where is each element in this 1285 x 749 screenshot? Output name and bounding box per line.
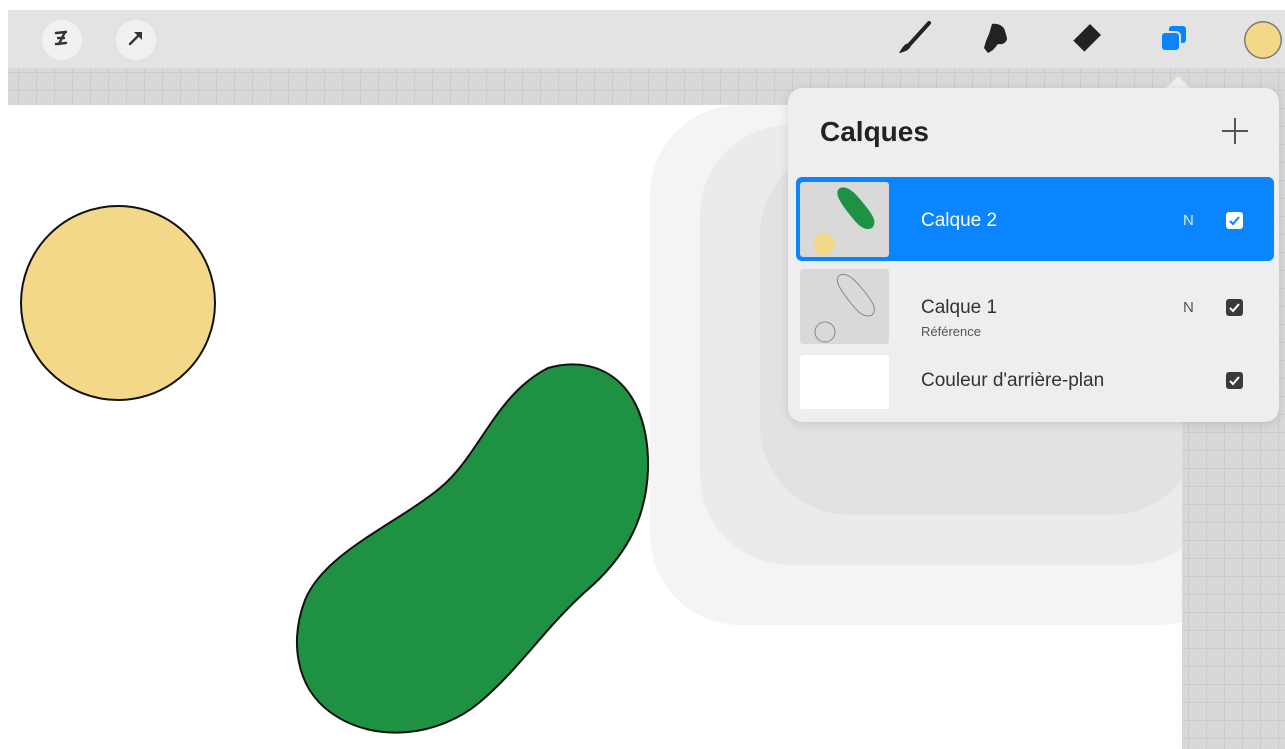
visibility-checkbox[interactable] — [1226, 299, 1243, 316]
blend-mode[interactable]: N — [1183, 212, 1194, 229]
layer-thumbnail — [800, 269, 889, 344]
visibility-checkbox[interactable] — [1226, 212, 1243, 229]
eraser-button[interactable] — [1064, 18, 1108, 62]
modify-icon — [51, 27, 73, 54]
visibility-checkbox[interactable] — [1226, 372, 1243, 389]
layers-panel: Calques Calque 2 N Calque 1 Référence N — [788, 88, 1279, 422]
green-blob-shape — [296, 363, 650, 734]
layer-row[interactable]: Calque 1 Référence N — [796, 264, 1274, 348]
add-layer-button[interactable] — [1220, 116, 1250, 146]
background-thumbnail — [800, 355, 889, 409]
color-picker-button[interactable] — [1244, 21, 1282, 59]
top-border — [0, 0, 1285, 10]
smudge-button[interactable] — [972, 18, 1016, 62]
layer-row[interactable]: Calque 2 N — [796, 177, 1274, 261]
brush-button[interactable] — [892, 18, 936, 62]
layer-name: Calque 1 — [921, 297, 998, 318]
layer-name: Couleur d'arrière-plan — [921, 370, 1105, 391]
transform-button[interactable] — [116, 20, 156, 60]
brush-icon — [896, 20, 932, 61]
eraser-icon — [1068, 20, 1104, 61]
background-color-row[interactable]: Couleur d'arrière-plan — [796, 350, 1274, 412]
layers-button[interactable] — [1152, 18, 1196, 62]
transform-arrow-icon — [125, 27, 147, 54]
layer-subtitle: Référence — [921, 324, 981, 339]
layers-icon — [1156, 20, 1192, 61]
modify-button[interactable] — [42, 20, 82, 60]
blend-mode[interactable]: N — [1183, 299, 1194, 316]
layer-name: Calque 2 — [921, 210, 998, 231]
yellow-circle-shape — [20, 205, 216, 401]
smudge-icon — [976, 20, 1012, 61]
panel-title: Calques — [820, 116, 929, 147]
layer-thumbnail — [800, 182, 889, 257]
